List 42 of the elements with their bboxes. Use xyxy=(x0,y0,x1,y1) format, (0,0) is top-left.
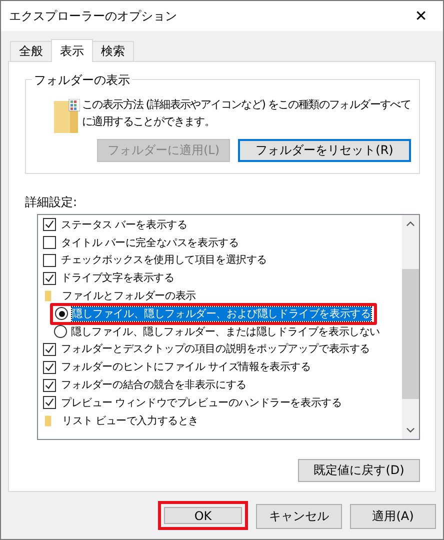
checkbox[interactable] xyxy=(43,378,56,392)
section-label: 詳細設定: xyxy=(25,194,78,211)
restore-defaults-button[interactable]: 既定値に戻す(D) xyxy=(298,459,420,482)
tab[interactable]: 表示 xyxy=(51,39,93,62)
dialog-button[interactable]: 適用(A) xyxy=(350,504,436,529)
group-label: ファイルとフォルダーの表示 xyxy=(62,289,196,304)
folder-icon xyxy=(45,414,52,427)
tab[interactable]: 全般 xyxy=(10,41,52,61)
option-label: 隠しファイル、隠しフォルダー、および隠しドライブを表示する xyxy=(72,306,371,321)
checkbox[interactable] xyxy=(43,218,56,232)
option-label: タイトル バーに完全なパスを表示する xyxy=(61,236,239,250)
dialog-button[interactable]: OK xyxy=(158,501,248,530)
checkbox[interactable] xyxy=(43,254,56,267)
checkbox[interactable] xyxy=(43,236,56,250)
checkbox[interactable] xyxy=(43,272,56,285)
description-text: この表示方法 (詳細表示やアイコンなど) をこの種類のフォルダーすべてに適用することができます。 xyxy=(82,97,411,130)
scroll-up-icon[interactable] xyxy=(406,221,415,227)
checkbox[interactable] xyxy=(43,360,56,374)
option-label: フォルダーのヒントにファイル サイズ情報を表示する xyxy=(61,360,311,374)
scroll-down-icon[interactable] xyxy=(406,427,415,433)
option-label: フォルダーとデスクトップの項目の説明をポップアップで表示する xyxy=(61,342,370,356)
close-button[interactable]: ✕ xyxy=(399,1,443,31)
checkbox[interactable] xyxy=(43,396,56,410)
option-label: ステータス バーを表示する xyxy=(61,218,188,232)
option-label: ドライブ文字を表示する xyxy=(61,271,174,286)
folder-icon xyxy=(54,99,80,133)
tab[interactable]: 検索 xyxy=(92,41,134,61)
dialog-button[interactable]: キャンセル xyxy=(256,504,342,529)
option-label: フォルダーの結合の競合を非表示にする xyxy=(61,378,246,392)
option-label: プレビュー ウィンドウでプレビューのハンドラーを表示する xyxy=(61,396,342,410)
option-label: チェックボックスを使用して項目を選択する xyxy=(61,253,268,268)
window-title: エクスプローラーのオプション xyxy=(9,8,177,24)
radio-button[interactable] xyxy=(55,307,68,320)
checkbox[interactable] xyxy=(43,342,56,356)
group-title: フォルダーの表示 xyxy=(32,72,132,89)
scrollbar[interactable] xyxy=(402,215,419,439)
radio-button[interactable] xyxy=(54,325,67,338)
option-label: 隠しファイル、隠しフォルダー、または隠しドライブを表示しない xyxy=(71,324,380,339)
folder-icon xyxy=(45,290,52,302)
folder-button[interactable]: フォルダーをリセット(R) xyxy=(238,139,411,162)
scroll-thumb[interactable] xyxy=(402,269,419,399)
group-label: リスト ビューで入力するとき xyxy=(62,414,199,428)
